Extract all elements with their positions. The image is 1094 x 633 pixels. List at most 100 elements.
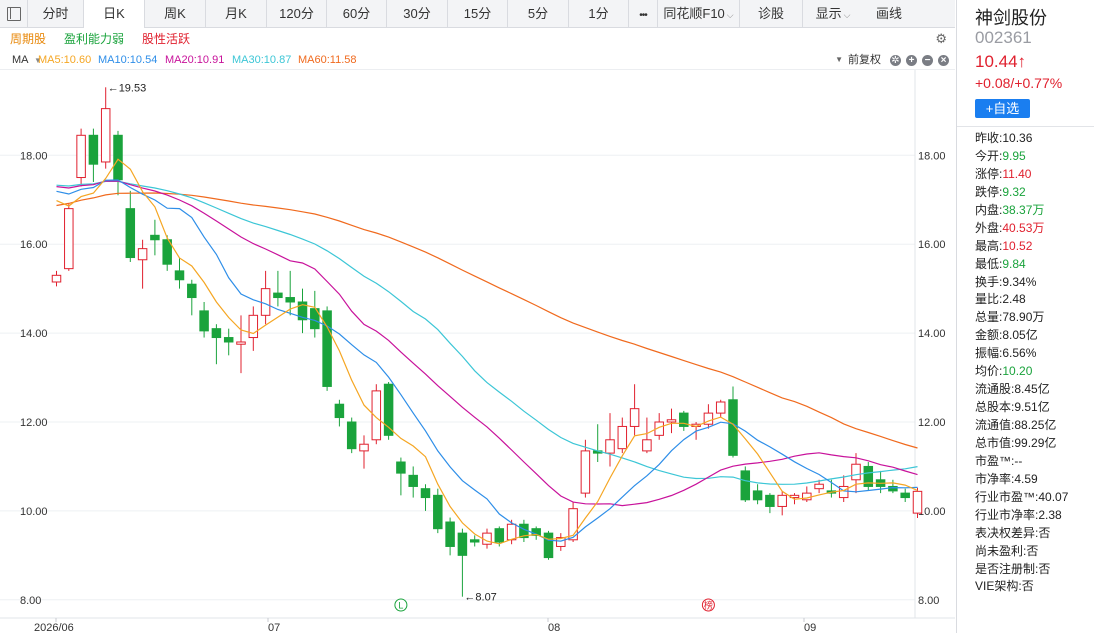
candle <box>125 190 136 262</box>
tab-label: 分时 <box>42 6 69 21</box>
candle <box>273 270 283 307</box>
stat-label: 金额: <box>975 328 1003 343</box>
kline-chart[interactable]: 18.00 18.00 16.00 16.00 14.00 14.00 12.00 12.00… <box>0 70 955 633</box>
tab-f10[interactable]: 同花顺F10 ⌵ <box>658 0 740 28</box>
stat-value: 6.56% <box>1002 346 1037 361</box>
stat-value: 9.51亿 <box>1014 400 1050 415</box>
tab-m15[interactable]: 15分 <box>448 0 508 28</box>
candle <box>740 466 751 503</box>
add-watchlist-button[interactable]: +自选 <box>975 99 1030 118</box>
stat-value: 10.20 <box>1002 364 1033 379</box>
tab-layout[interactable] <box>0 0 28 28</box>
indicator-tag[interactable]: 股性活跃 <box>142 28 190 50</box>
stat-row: 今开:9.95 <box>975 148 1093 166</box>
ma60-line <box>56 192 918 449</box>
tab-m60[interactable]: 60分 <box>327 0 387 28</box>
candle-body <box>174 270 185 281</box>
tab-fenshi[interactable]: 分时 <box>28 0 84 28</box>
candle-body <box>223 337 234 343</box>
candle <box>150 219 160 256</box>
stat-value: -- <box>1014 453 1023 468</box>
ma-bar-controls: ▼ 前复权 ✲ + − × <box>835 50 955 70</box>
indicator-tag[interactable]: 盈利能力弱 <box>64 28 124 50</box>
x-tick-label: 08 <box>548 622 560 633</box>
stat-value: 否 <box>1038 525 1051 540</box>
adjust-dropdown-icon[interactable]: ▼ <box>835 50 843 70</box>
tab-label: 日K <box>103 6 125 21</box>
event-marker-label: L <box>398 601 403 611</box>
tab-label: 同花顺F10 <box>663 6 725 21</box>
x-tick-label: 07 <box>268 622 280 633</box>
tab-label: 周K <box>164 6 186 21</box>
tab-label: 诊股 <box>757 6 784 21</box>
candle-body <box>260 288 271 316</box>
y-tick-label-right: 14.00 <box>918 328 946 340</box>
tab-m1[interactable]: 1分 <box>569 0 629 28</box>
candle-body <box>137 248 148 261</box>
stat-row: 行业市盈™:40.07 <box>975 489 1093 507</box>
tab-zhouk[interactable]: 周K <box>145 0 206 28</box>
tab-m120[interactable]: 120分 <box>267 0 327 28</box>
candle-body <box>715 401 726 414</box>
stat-row: VIE架构:否 <box>975 578 1093 596</box>
event-marker[interactable]: L <box>394 598 408 612</box>
candle <box>162 235 172 271</box>
candle <box>433 488 443 534</box>
tab-zhengu[interactable]: 诊股 <box>740 0 803 28</box>
stat-row: 最高:10.52 <box>975 238 1093 256</box>
candle-body <box>236 341 246 345</box>
stat-row: 均价:10.20 <box>975 363 1093 381</box>
candle <box>64 204 74 271</box>
gear-icon[interactable]: ⚙ <box>935 28 947 50</box>
adjust-select[interactable]: 前复权 <box>848 50 881 70</box>
tab-label: 5分 <box>527 6 549 21</box>
candle <box>236 315 246 374</box>
stat-label: 振幅: <box>975 346 1003 361</box>
event-marker-label: 榜 <box>704 600 713 611</box>
candle-body <box>420 488 431 499</box>
candle-body <box>765 494 775 507</box>
candle-body <box>814 483 824 490</box>
settings-icon[interactable]: ✲ <box>890 54 901 66</box>
tab-yuek[interactable]: 月K <box>206 0 267 28</box>
stats-list: 昨收:10.36 今开:9.95 涨停:11.40 跌停:9.32 内盘:38.37万外… <box>975 130 1093 596</box>
candle <box>642 417 652 454</box>
stat-row: 最低:9.84 <box>975 256 1093 274</box>
tab-rik[interactable]: 日K <box>84 0 145 28</box>
candle-body <box>408 474 418 487</box>
event-marker[interactable]: 榜 <box>701 598 715 612</box>
candle <box>617 417 628 454</box>
tab-label: 画线 <box>875 6 902 21</box>
stat-label: 内盘: <box>975 202 1003 217</box>
candle <box>88 128 99 182</box>
price-change: +0.08/+0.77% <box>975 75 1063 91</box>
tab-label: 1分 <box>588 6 609 21</box>
ma-label[interactable]: MA <box>12 50 29 70</box>
stat-value: 9.84 <box>1002 256 1026 271</box>
candle-body <box>273 292 283 299</box>
stat-value: 40.53万 <box>1002 220 1045 235</box>
tab-show[interactable]: 显示 ⌵ <box>803 0 863 28</box>
price-value: 10.44 <box>975 52 1018 71</box>
candle <box>679 410 689 431</box>
candle <box>912 487 923 519</box>
x-tick-label: 2026/06 <box>34 622 74 633</box>
indicator-tag[interactable]: 周期股 <box>10 28 46 50</box>
candle-body <box>494 528 505 543</box>
stock-name: 神剑股份 <box>975 8 1047 28</box>
tab-more[interactable]: ••• <box>629 0 658 28</box>
zoom-out-icon[interactable]: − <box>922 54 933 66</box>
stat-value: 88.25亿 <box>1014 418 1057 432</box>
stat-value: 10.36 <box>1002 131 1033 145</box>
stat-value: 9.34% <box>1002 274 1037 289</box>
close-icon[interactable]: × <box>938 54 949 66</box>
candle-body <box>51 274 62 283</box>
tab-m5[interactable]: 5分 <box>508 0 569 28</box>
tab-draw[interactable]: 画线 <box>863 0 915 28</box>
stat-row: 表决权差异:否 <box>975 525 1093 543</box>
zoom-in-icon[interactable]: + <box>906 54 917 66</box>
tab-m30[interactable]: 30分 <box>387 0 448 28</box>
candle-body <box>187 283 197 299</box>
candle <box>100 87 111 169</box>
candle <box>408 466 418 498</box>
